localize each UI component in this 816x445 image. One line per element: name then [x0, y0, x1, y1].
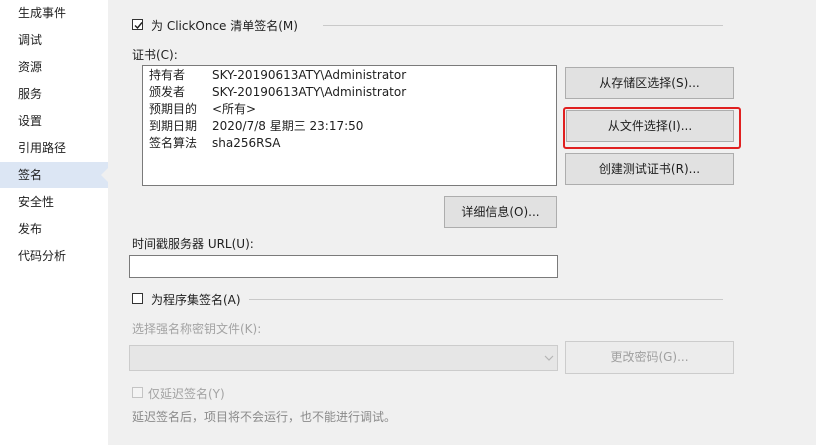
assembly-sign-label[interactable]: 为程序集签名(A) — [151, 291, 241, 308]
checkmark-icon — [134, 22, 143, 30]
clickonce-sign-label[interactable]: 为 ClickOnce 清单签名(M) — [151, 17, 298, 34]
delay-sign-label[interactable]: 仅延迟签名(Y) — [148, 385, 225, 402]
sidebar-item-code-analysis[interactable]: 代码分析 — [0, 243, 108, 269]
certificate-info-box: 持有者 SKY-20190613ATY\Administrator 颁发者 SKY-… — [142, 65, 557, 186]
sidebar-item-security[interactable]: 安全性 — [0, 189, 108, 215]
signing-panel: 为 ClickOnce 清单签名(M) 证书(C): 持有者 SKY-201906… — [108, 0, 816, 445]
create-test-certificate-button[interactable]: 创建测试证书(R)... — [565, 153, 734, 185]
key-file-label: 选择强名称密钥文件(K): — [132, 322, 262, 336]
delay-sign-checkbox[interactable] — [132, 387, 143, 398]
key-file-dropdown[interactable] — [129, 345, 558, 371]
details-button[interactable]: 详细信息(O)... — [444, 196, 557, 228]
sidebar-item-resources[interactable]: 资源 — [0, 54, 108, 80]
sidebar: 生成事件 调试 资源 服务 设置 引用路径 签名 安全性 发布 代码分析 — [0, 0, 108, 445]
section-divider-assembly — [249, 299, 723, 300]
timestamp-url-label: 时间戳服务器 URL(U): — [132, 237, 254, 251]
chevron-down-icon — [544, 355, 554, 361]
sidebar-item-build-events[interactable]: 生成事件 — [0, 0, 108, 26]
clickonce-sign-checkbox[interactable] — [132, 19, 143, 30]
timestamp-url-input[interactable] — [129, 255, 558, 278]
delay-sign-note: 延迟签名后，项目将不会运行，也不能进行调试。 — [132, 410, 397, 424]
sidebar-item-reference-paths[interactable]: 引用路径 — [0, 135, 108, 161]
section-divider — [323, 25, 723, 26]
certificate-label: 证书(C): — [132, 48, 178, 62]
sidebar-item-debug[interactable]: 调试 — [0, 27, 108, 53]
sidebar-item-settings[interactable]: 设置 — [0, 108, 108, 134]
assembly-sign-checkbox[interactable] — [132, 293, 143, 304]
select-from-store-button[interactable]: 从存储区选择(S)... — [565, 67, 734, 99]
sidebar-item-services[interactable]: 服务 — [0, 81, 108, 107]
sidebar-item-signing[interactable]: 签名 — [0, 162, 108, 188]
select-from-file-button[interactable]: 从文件选择(I)... — [566, 110, 734, 142]
sidebar-item-publish[interactable]: 发布 — [0, 216, 108, 242]
change-password-button[interactable]: 更改密码(G)... — [565, 341, 734, 374]
